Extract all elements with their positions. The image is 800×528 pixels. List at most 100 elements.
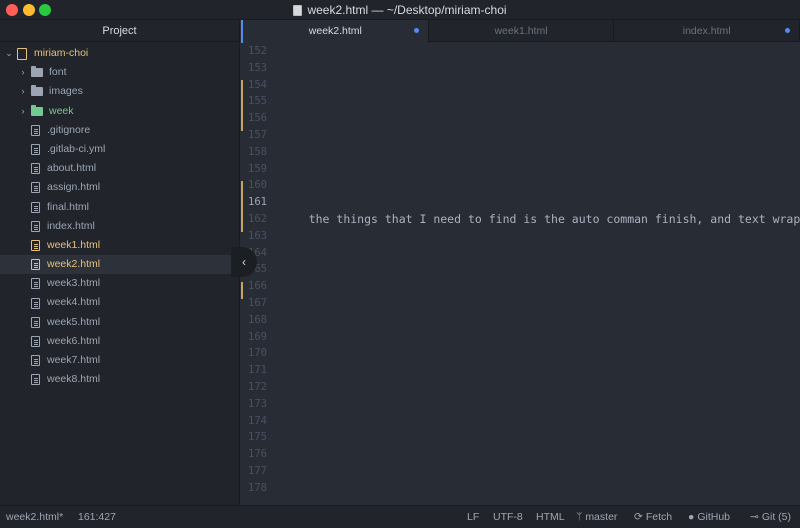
- folder-icon: [31, 85, 43, 97]
- tree-item-label: assign.html: [47, 181, 101, 194]
- tree-item-label: week1.html: [47, 238, 101, 251]
- chevron-left-icon: ‹: [242, 255, 246, 269]
- line-number: 161: [248, 196, 267, 209]
- tree-item-label: week8.html: [47, 373, 101, 386]
- tree-item-label: week5.html: [47, 315, 101, 328]
- chevron-right-icon[interactable]: ›: [18, 63, 28, 82]
- tree-file-item[interactable]: week5.html: [0, 313, 239, 332]
- tree-file-item[interactable]: assign.html: [0, 178, 239, 197]
- status-grammar[interactable]: HTML: [536, 506, 565, 528]
- tree-file-item[interactable]: week4.html: [0, 293, 239, 312]
- git-branch-icon: ᛘ: [576, 511, 583, 523]
- tree-file-item[interactable]: week8.html: [0, 370, 239, 389]
- tree-item-label: week2.html: [47, 258, 101, 271]
- file-icon: [31, 220, 40, 232]
- status-github[interactable]: ● GitHub: [688, 506, 730, 528]
- file-icon: [31, 124, 40, 136]
- line-number: 174: [248, 414, 267, 427]
- line-number: 169: [248, 330, 267, 343]
- sidebar-header[interactable]: Project: [0, 20, 239, 42]
- code-line-161[interactable]: the things that I need to find is the au…: [281, 198, 800, 240]
- project-sidebar: Project ⌄ miriam-choi › font › images › …: [0, 20, 240, 505]
- tree-item-label: .gitignore: [47, 123, 91, 136]
- tree-root-item[interactable]: ⌄ miriam-choi: [0, 44, 239, 63]
- modified-dot-icon[interactable]: [785, 28, 791, 33]
- tree-file-item[interactable]: week3.html: [0, 274, 239, 293]
- tree-item-label: week4.html: [47, 296, 101, 309]
- tree-file-item[interactable]: index.html: [0, 217, 239, 236]
- tree-item-label: week6.html: [47, 334, 101, 347]
- tree-file-item[interactable]: about.html: [0, 159, 239, 178]
- tab-label: week2.html: [308, 25, 362, 37]
- tab-index[interactable]: index.html: [614, 20, 800, 42]
- line-number: 171: [248, 364, 267, 377]
- line-number: 152: [248, 45, 267, 57]
- line-number: 173: [248, 397, 267, 410]
- line-number: 168: [248, 313, 267, 326]
- tree-file-item[interactable]: week1.html: [0, 236, 239, 255]
- tree-folder-images[interactable]: › images: [0, 82, 239, 101]
- line-number: 167: [248, 297, 267, 309]
- line-number: 176: [248, 448, 267, 461]
- line-number: 162: [248, 213, 267, 225]
- github-label: GitHub: [697, 511, 731, 523]
- tree-item-label: font: [49, 66, 67, 79]
- modified-dot-icon[interactable]: [413, 28, 419, 33]
- tree-item-label: index.html: [47, 219, 95, 232]
- tree-item-label: week3.html: [47, 277, 101, 290]
- line-number: 157: [248, 129, 267, 141]
- tree-item-label: week: [49, 104, 74, 117]
- tree-item-label: week7.html: [47, 354, 101, 366]
- status-file-name[interactable]: week2.html*: [6, 506, 63, 528]
- file-icon: [31, 182, 40, 194]
- line-number: 159: [248, 162, 267, 175]
- tab-week1[interactable]: week1.html: [429, 20, 615, 42]
- tree-item-label: about.html: [47, 162, 97, 175]
- line-number: 153: [248, 61, 267, 74]
- code-editor[interactable]: 152 153 154 155 156 157 158 159 160 161 162 163 164 1…: [241, 43, 800, 505]
- line-number: 172: [248, 381, 267, 393]
- tab-week2[interactable]: week2.html: [241, 20, 429, 43]
- file-icon: [31, 374, 40, 386]
- tree-folder-font[interactable]: › font: [0, 63, 239, 82]
- tree-folder-week[interactable]: › week: [0, 102, 239, 121]
- line-number: 156: [248, 112, 267, 125]
- file-icon: [31, 239, 40, 251]
- file-icon: [31, 201, 40, 213]
- status-bar: week2.html* 161:427 LF UTF-8 HTML ᛘ maste…: [0, 505, 800, 528]
- chevron-right-icon[interactable]: ›: [18, 82, 28, 101]
- tree-file-item[interactable]: .gitlab-ci.yml: [0, 140, 239, 159]
- tree-file-item[interactable]: week7.html: [0, 351, 239, 370]
- file-icon: [31, 297, 40, 309]
- tree-file-item[interactable]: .gitignore: [0, 121, 239, 140]
- title-bar: week2.html — ~/Desktop/miriam-choi: [0, 0, 800, 20]
- status-git[interactable]: ⊸ Git (5): [750, 506, 791, 528]
- folder-icon: [31, 66, 43, 78]
- tree-item-label: .gitlab-ci.yml: [47, 142, 106, 155]
- chevron-down-icon[interactable]: ⌄: [4, 44, 14, 63]
- file-icon: [31, 278, 40, 290]
- file-icon: [31, 144, 40, 156]
- line-number: 177: [248, 465, 267, 477]
- line-number: 166: [248, 280, 267, 293]
- github-icon: ●: [688, 511, 695, 523]
- status-line-ending[interactable]: LF: [467, 506, 479, 528]
- chevron-right-icon[interactable]: ›: [18, 102, 28, 121]
- status-encoding[interactable]: UTF-8: [493, 506, 523, 528]
- git-commit-icon: ⊸: [750, 511, 759, 523]
- file-icon: [293, 4, 303, 16]
- status-fetch[interactable]: ⟳ Fetch: [634, 506, 672, 528]
- window-title-group: week2.html — ~/Desktop/miriam-choi: [0, 0, 800, 20]
- sync-icon: ⟳: [634, 511, 643, 523]
- tree-file-item-selected[interactable]: week2.html: [0, 255, 239, 275]
- status-branch[interactable]: ᛘ master: [576, 506, 617, 528]
- tab-label: index.html: [682, 25, 731, 37]
- status-cursor-position[interactable]: 161:427: [78, 506, 116, 528]
- file-icon: [31, 316, 40, 328]
- line-number: 155: [248, 95, 267, 108]
- tree-file-item[interactable]: week6.html: [0, 332, 239, 351]
- tree-file-item[interactable]: final.html: [0, 198, 239, 217]
- fetch-label: Fetch: [645, 511, 673, 523]
- line-number: 160: [248, 179, 267, 192]
- tree-item-label: images: [49, 85, 83, 98]
